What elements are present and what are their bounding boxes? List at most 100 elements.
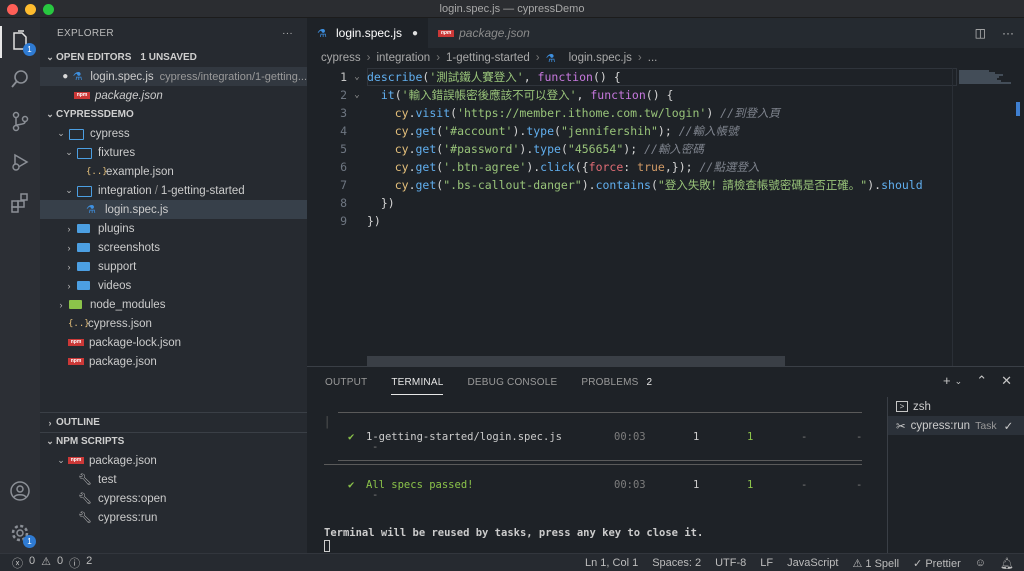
open-editors-section[interactable]: ⌄ OPEN EDITORS 1 UNSAVED (40, 48, 307, 67)
code-line[interactable]: 6 cy.get('.btn-agree').click({force: tru… (307, 158, 947, 176)
code-line[interactable]: 4 cy.get('#account').type("jennifershih"… (307, 122, 947, 140)
project-section[interactable]: ⌄ CYPRESSDEMO (40, 105, 307, 124)
unsaved-dot-icon: ● (62, 71, 69, 82)
indentation[interactable]: Spaces: 2 (652, 557, 701, 569)
tab-terminal[interactable]: TERMINAL (391, 377, 444, 395)
tree-file-login-spec[interactable]: ⚗ login.spec.js (40, 200, 307, 219)
chevron-down-icon[interactable]: ⌄ (955, 376, 963, 389)
spell-label: 1 Spell (865, 557, 900, 570)
account-icon[interactable] (8, 479, 32, 503)
minimize-window-button[interactable] (25, 4, 36, 15)
horizontal-scrollbar[interactable] (367, 356, 785, 366)
spec-failing: - (801, 431, 808, 443)
close-panel-icon[interactable]: ✕ (1001, 373, 1012, 389)
tree-folder-cypress[interactable]: ⌄ cypress (40, 124, 307, 143)
new-terminal-plus-icon[interactable]: + (943, 373, 951, 389)
code-token: get (415, 178, 437, 192)
tree-file-package-lock[interactable]: npm package-lock.json (40, 333, 307, 352)
scrollbar-thumb[interactable] (1016, 102, 1020, 116)
summary-failing: - (801, 479, 808, 491)
code-line[interactable]: 1 ⌄ describe('測試鐵人賽登入', function() { (307, 68, 947, 86)
zoom-window-button[interactable] (43, 4, 54, 15)
prettier-status[interactable]: ✓ Prettier (913, 557, 961, 570)
source-control-icon[interactable] (8, 109, 32, 133)
explorer-badge: 1 (23, 43, 36, 56)
tree-folder-videos[interactable]: › videos (40, 276, 307, 295)
fold-chevron-icon[interactable]: ⌄ (347, 68, 367, 86)
terminal-item-cypress-run[interactable]: ✂ cypress:run Task ✓ (888, 416, 1024, 435)
breadcrumb-item[interactable]: 1-getting-started (446, 52, 530, 64)
tree-folder-node-modules[interactable]: › node_modules (40, 295, 307, 314)
unsaved-dot-icon[interactable]: ● (412, 28, 418, 39)
tree-folder-integration[interactable]: ⌄ integration / 1-getting-started (40, 181, 307, 200)
notifications-bell-icon[interactable]: 🔔︎ (1000, 557, 1014, 570)
terminal-item-zsh[interactable]: > zsh (888, 397, 1024, 416)
run-debug-icon[interactable] (8, 150, 32, 174)
folder-icon (76, 261, 92, 272)
npm-script-cypress-open[interactable]: 🔧︎ cypress:open (40, 489, 307, 508)
explorer-icon[interactable]: 1 (8, 29, 36, 56)
open-editor-package-json[interactable]: npm package.json (40, 86, 307, 105)
tab-problems[interactable]: PROBLEMS (581, 377, 638, 388)
more-actions-button[interactable]: ··· (282, 28, 293, 39)
problems-status[interactable]: ⓧ 0 ⚠ 0 ⓘ 2 (0, 555, 92, 571)
tree-file-example-json[interactable]: {..} example.json (40, 162, 307, 181)
code-line[interactable]: 9}) (307, 212, 947, 230)
terminal-output[interactable]: │ ✔ 1-getting-started/login.spec.js 00:0… (324, 397, 869, 554)
code-line[interactable]: 5 cy.get('#password').type("456654"); //… (307, 140, 947, 158)
code-token: 'https://member.ithome.com.tw/login' (457, 106, 707, 120)
tree-file-package-json[interactable]: npm package.json (40, 352, 307, 371)
encoding[interactable]: UTF-8 (715, 557, 746, 569)
fold-chevron-icon[interactable]: ⌄ (347, 86, 367, 104)
breadcrumb-item[interactable]: integration (376, 52, 430, 64)
close-window-button[interactable] (7, 4, 18, 15)
more-actions-icon[interactable]: ··· (1002, 26, 1014, 40)
breadcrumb-item[interactable]: login.spec.js (569, 52, 632, 64)
code-token: '測試鐵人賽登入' (429, 70, 524, 84)
tree-folder-screenshots[interactable]: › screenshots (40, 238, 307, 257)
line-number: 6 (340, 160, 347, 174)
feedback-icon[interactable]: ☺ (975, 557, 986, 569)
settings-gear-icon[interactable]: 1 (8, 521, 36, 548)
language-mode[interactable]: JavaScript (787, 557, 838, 569)
breadcrumb-item[interactable]: cypress (321, 52, 361, 64)
extensions-icon[interactable] (8, 191, 32, 215)
tab-package-json[interactable]: npm package.json (428, 18, 540, 48)
code-line[interactable]: 3 cy.visit('https://member.ithome.com.tw… (307, 104, 947, 122)
search-icon[interactable] (8, 67, 32, 91)
tab-debug-console[interactable]: DEBUG CONSOLE (467, 377, 557, 388)
chevron-right-icon: › (67, 261, 71, 272)
code-token: '#account' (443, 124, 513, 138)
code-line[interactable]: 8 }) (307, 194, 947, 212)
npm-script-test[interactable]: 🔧︎ test (40, 470, 307, 489)
chevron-down-icon: ⌄ (57, 128, 65, 138)
code-token: "登入失敗！請檢查帳號密碼是否正確。" (657, 178, 868, 192)
outline-section[interactable]: › OUTLINE (40, 413, 100, 432)
code-editor[interactable]: 1 ⌄ describe('測試鐵人賽登入', function() {2 ⌄ it(… (307, 68, 1024, 366)
tab-login-spec[interactable]: ⚗ login.spec.js ● (307, 18, 429, 48)
code-token: ".bs-callout-danger" (443, 178, 582, 192)
code-line[interactable]: 2 ⌄ it('輸入錯誤帳密後應該不可以登入', function() { (307, 86, 947, 104)
tree-file-cypress-json[interactable]: {..} cypress.json (40, 314, 307, 333)
code-line[interactable]: 7 cy.get(".bs-callout-danger").contains(… (307, 176, 947, 194)
code-token: ({ (574, 160, 589, 174)
tree-folder-plugins[interactable]: › plugins (40, 219, 307, 238)
split-editor-icon[interactable]: ◫ (975, 26, 986, 40)
summary-skipped: - (372, 489, 379, 501)
npm-scripts-package-json[interactable]: ⌄ npm package.json (40, 451, 307, 470)
breadcrumb-item[interactable]: ... (648, 52, 658, 64)
node-folder-icon (68, 299, 84, 310)
tree-folder-fixtures[interactable]: ⌄ fixtures (40, 143, 307, 162)
minimap[interactable] (952, 68, 1014, 366)
bottom-panel: OUTPUT TERMINAL DEBUG CONSOLE PROBLEMS 2… (307, 366, 1024, 554)
tab-output[interactable]: OUTPUT (325, 377, 367, 388)
open-editor-login-spec[interactable]: ● ⚗ login.spec.js cypress/integration/1-… (40, 67, 307, 86)
spell-status[interactable]: ⚠ 1 Spell (852, 557, 899, 570)
tree-folder-support[interactable]: › support (40, 257, 307, 276)
cursor-position[interactable]: Ln 1, Col 1 (585, 557, 638, 569)
maximize-panel-icon[interactable]: ⌃ (976, 373, 987, 389)
line-ending[interactable]: LF (760, 557, 773, 569)
npm-script-cypress-run[interactable]: 🔧︎ cypress:run (40, 508, 307, 527)
npm-scripts-section[interactable]: ⌄ NPM SCRIPTS (40, 432, 124, 451)
